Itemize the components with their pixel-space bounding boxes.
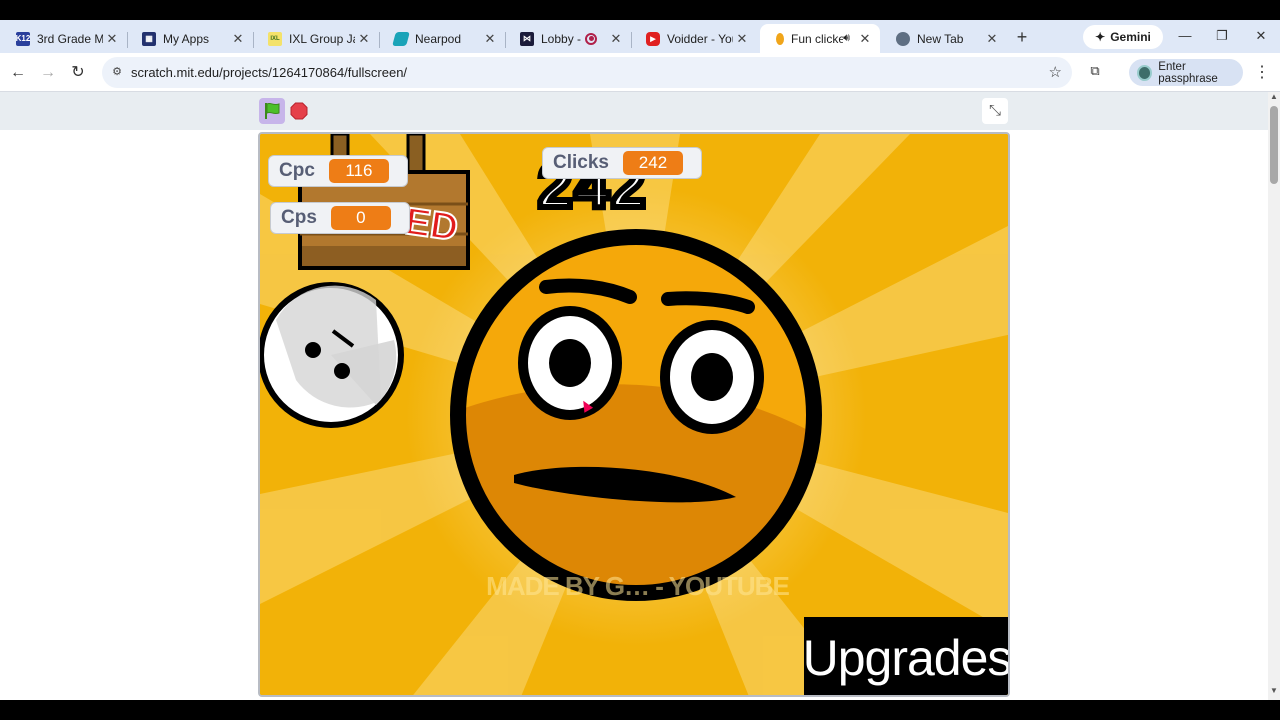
stage[interactable]: ED 242 MADE BY G… - YOUTUBE Cpc 116 Cps … — [258, 132, 1010, 697]
tab-label: Fun clicker — [791, 31, 844, 46]
player-controls: ⤡ — [0, 92, 1268, 130]
tab-3rd-grade-math[interactable]: K12 3rd Grade Mat ✕ — [0, 24, 128, 53]
avatar — [1137, 64, 1153, 81]
address-bar[interactable]: ⚙︎ scratch.mit.edu/projects/1264170864/f… — [102, 57, 1072, 88]
clicks-label: Clicks — [553, 152, 609, 173]
more-menu-icon[interactable]: ⋮ — [1254, 62, 1270, 82]
tab-nearpod[interactable]: Nearpod ✕ — [378, 24, 506, 53]
tab-label: Lobby - Gi — [541, 31, 585, 46]
browser-window: K12 3rd Grade Mat ✕ ▦ My Apps ✕ IXL IXL … — [0, 0, 1280, 720]
cps-monitor: Cps 0 — [270, 202, 410, 234]
clicker-face-button[interactable] — [446, 225, 826, 605]
scroll-up-arrow-icon[interactable]: ▲ — [1268, 92, 1280, 104]
stop-button[interactable] — [290, 102, 308, 120]
reload-icon[interactable]: ↻ — [68, 63, 88, 83]
upgrades-button[interactable]: Upgrades — [802, 617, 1010, 695]
exit-fullscreen-button[interactable]: ⤡ — [982, 98, 1008, 124]
profile-label: Enter passphrase — [1158, 60, 1218, 85]
recording-icon — [585, 32, 597, 45]
tab-label: 3rd Grade Mat — [37, 31, 103, 46]
bookmark-star-icon[interactable]: ☆ — [1049, 63, 1062, 81]
close-icon[interactable]: ✕ — [983, 31, 1001, 47]
scratch-page: ⤡ ED 242 MADE BY G… - YOUTUBE Cpc 116 Cp… — [0, 92, 1268, 700]
forward-arrow-icon[interactable]: → — [38, 63, 58, 83]
exit-fullscreen-icon: ⤡ — [988, 102, 1001, 119]
cps-label: Cps — [281, 207, 317, 228]
site-info-icon[interactable]: ⚙︎ — [110, 65, 124, 79]
tab-lobby[interactable]: ⋈ Lobby - Gi ✕ — [504, 24, 632, 53]
watermark-text: MADE BY G… - YOUTUBE — [486, 571, 790, 601]
close-icon[interactable]: ✕ — [355, 31, 373, 47]
scroll-down-arrow-icon[interactable]: ▼ — [1268, 686, 1280, 698]
search-tabs-icon[interactable]: ⧉ — [1086, 63, 1104, 81]
cpc-label: Cpc — [279, 160, 315, 181]
cpc-monitor: Cpc 116 — [268, 155, 408, 187]
cps-value: 0 — [330, 206, 391, 230]
tab-voidder-youtube[interactable]: ▶ Voidder - YouT ✕ — [630, 24, 757, 53]
tab-label: My Apps — [163, 31, 210, 46]
profile-chip[interactable]: Enter passphrase — [1129, 59, 1243, 86]
scratch-icon — [776, 32, 784, 45]
green-flag-icon — [265, 102, 280, 119]
close-icon[interactable]: ✕ — [607, 31, 625, 47]
speaker-icon[interactable]: 🔊︎ — [843, 32, 850, 45]
gemini-sparkle-icon: ✦ — [1095, 30, 1106, 44]
minimize-icon[interactable]: — — [1175, 28, 1195, 46]
tab-my-apps[interactable]: ▦ My Apps ✕ — [126, 24, 254, 53]
clock-upgrade-sprite[interactable] — [258, 280, 406, 430]
globe-icon — [896, 31, 910, 46]
tab-new-tab[interactable]: New Tab ✕ — [880, 24, 1007, 53]
apps-icon: ▦ — [142, 31, 156, 46]
close-icon[interactable]: ✕ — [481, 31, 499, 47]
scrollbar-thumb[interactable] — [1270, 106, 1278, 184]
close-icon[interactable]: ✕ — [856, 31, 874, 47]
clicks-value: 242 — [622, 151, 683, 175]
tab-label: New Tab — [917, 31, 964, 46]
bottom-letterbox — [0, 700, 1280, 720]
close-icon[interactable]: ✕ — [733, 31, 751, 47]
close-window-icon[interactable]: ✕ — [1251, 28, 1271, 46]
upgrades-label: Upgrades — [802, 630, 1010, 686]
gimkit-icon: ⋈ — [520, 31, 534, 46]
green-flag-button[interactable] — [259, 98, 285, 124]
cpc-value: 116 — [328, 159, 389, 183]
tab-label: IXL Group Jam — [289, 31, 355, 46]
back-arrow-icon[interactable]: ← — [8, 63, 28, 83]
tab-label: Nearpod — [415, 31, 462, 46]
close-icon[interactable]: ✕ — [229, 31, 247, 47]
k12-icon: K12 — [16, 31, 30, 46]
close-icon[interactable]: ✕ — [103, 31, 121, 47]
nearpod-icon — [392, 31, 410, 46]
tab-fun-clicker[interactable]: Fun clicker 🔊︎ ✕ — [760, 24, 880, 53]
restore-icon[interactable]: ❐ — [1212, 28, 1232, 46]
clicks-monitor: Clicks 242 — [542, 147, 702, 179]
ixl-icon: IXL — [268, 31, 282, 46]
tab-label: Voidder - YouT — [667, 31, 733, 46]
url-text[interactable]: scratch.mit.edu/projects/1264170864/full… — [131, 65, 407, 80]
new-tab-button[interactable]: + — [1012, 27, 1032, 47]
youtube-icon: ▶ — [646, 31, 660, 46]
gemini-label: Gemini — [1110, 30, 1151, 44]
gemini-button[interactable]: ✦ Gemini — [1083, 25, 1163, 49]
tab-ixl[interactable]: IXL IXL Group Jam ✕ — [252, 24, 380, 53]
page-scrollbar[interactable]: ▲ ▼ — [1268, 92, 1280, 700]
